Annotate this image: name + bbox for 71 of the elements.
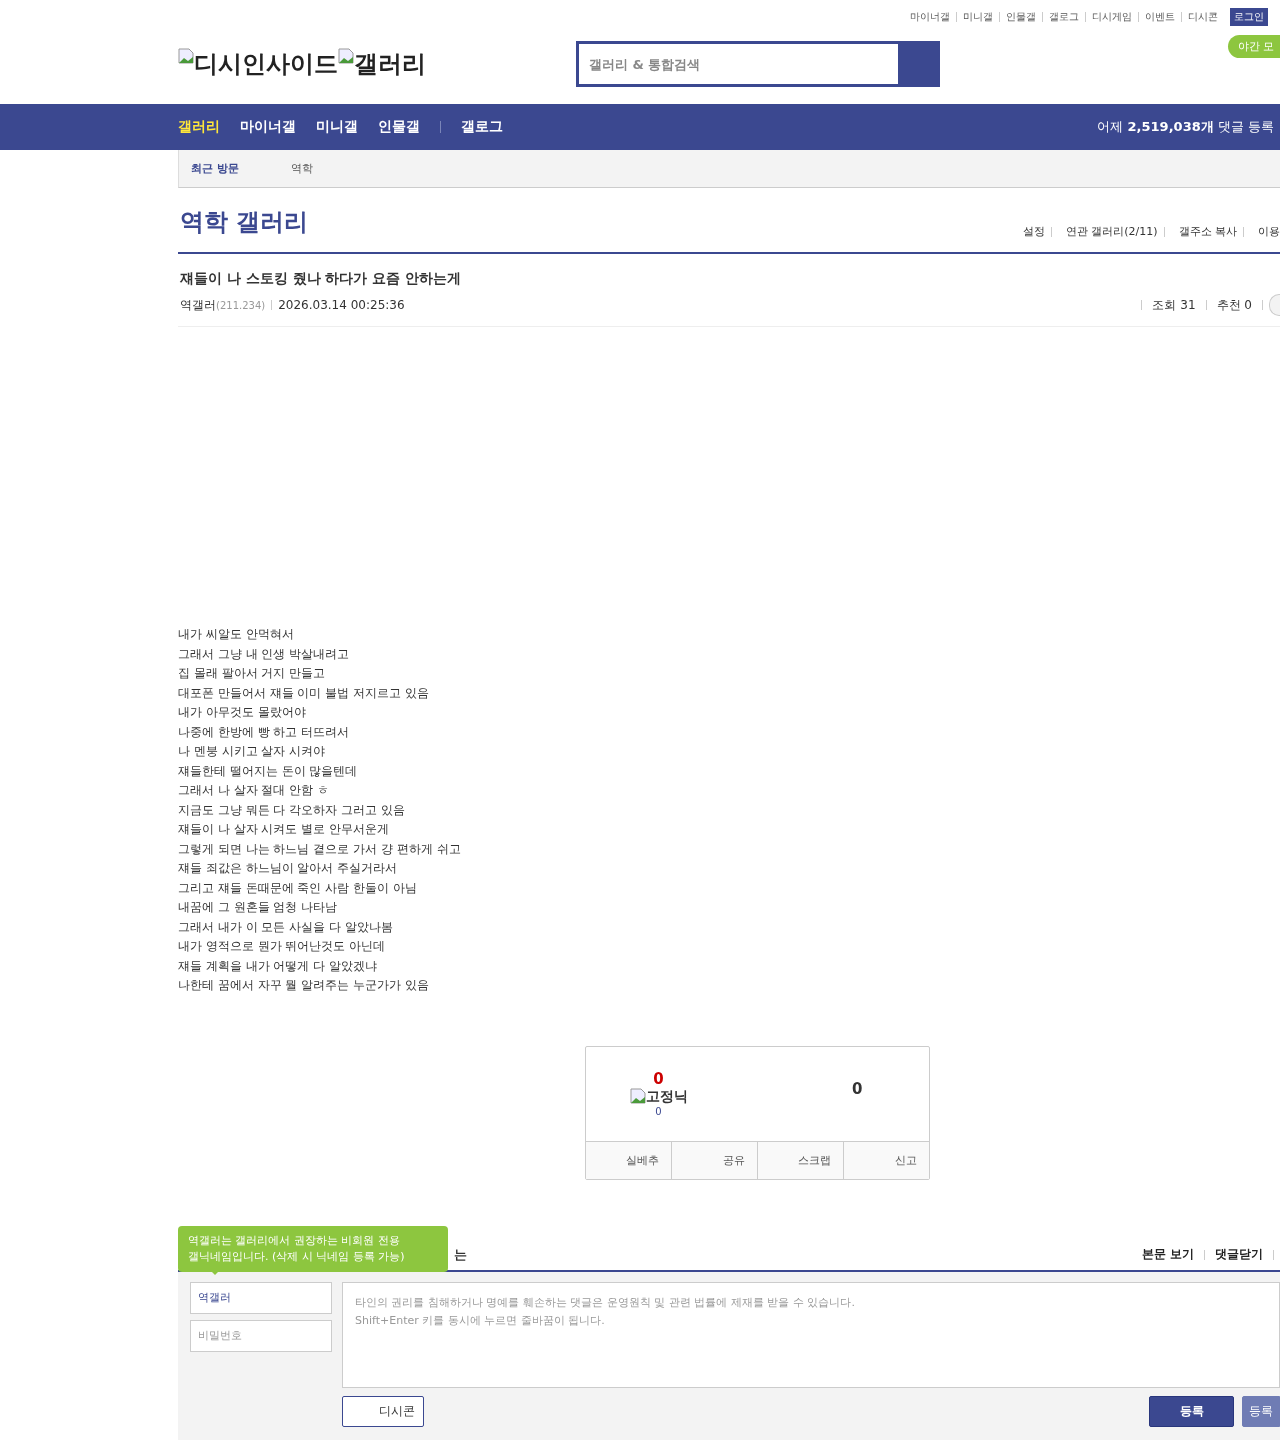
logo-text[interactable]: 디시인사이드	[178, 48, 338, 80]
dccon-button[interactable]: 디시콘	[342, 1395, 424, 1427]
nav-tab[interactable]: 인물갤	[378, 118, 420, 136]
vote-action-button[interactable]: 스크랩	[758, 1141, 844, 1179]
post-text-line: 그래서 나 살자 절대 안함 ㅎ	[178, 782, 331, 799]
submit-button[interactable]: 등록	[1149, 1395, 1234, 1427]
gallery-link[interactable]: 연관 갤러리(2/11)	[1065, 224, 1158, 239]
post-text-line: 그래서 내가 이 모든 사실을 다 알았나봄	[178, 918, 394, 936]
nav-tab[interactable]: 갤러리	[178, 118, 220, 136]
post-text-line: 쟤들한테 떨어지는 돈이 많을텐데	[178, 762, 359, 780]
gallery-link[interactable]: 갤주소 복사	[1178, 224, 1237, 239]
post-text-line: 집 몰래 팔아서 거지 만들고	[178, 665, 327, 682]
post-title: 쟤들이 나 스토킹 줬나 하다가 요즘 안하는게	[180, 270, 463, 288]
top-link[interactable]: 갤로그	[1049, 10, 1079, 24]
post-date: 2026.03.14 00:25:36	[278, 298, 405, 312]
vote-action-button[interactable]: 실베추	[586, 1141, 672, 1179]
vote-action-button[interactable]: 공유	[672, 1141, 758, 1179]
post-text-line: 대포폰 만들어서 쟤들 이미 불법 저지르고 있음	[178, 684, 430, 702]
top-link[interactable]: 인물갤	[1006, 10, 1036, 24]
gallery-link[interactable]: 설정	[1022, 224, 1045, 239]
comment-link[interactable]: 댓글닫기	[1215, 1246, 1263, 1263]
vote-action-button[interactable]: 신고	[844, 1141, 929, 1179]
fixed-nick-label: 고정닉	[629, 1088, 688, 1106]
top-link[interactable]: 디시콘	[1188, 10, 1218, 24]
broken-image-icon	[338, 48, 354, 64]
post-text-line: 쟤들이 나 살자 시켜도 별로 안무서운게	[178, 821, 391, 838]
post-text-line: 나 멘붕 시키고 살자 시켜야	[178, 743, 327, 760]
top-link[interactable]: 마이너갤	[910, 10, 950, 24]
comment-link[interactable]: 본문 보기	[1141, 1246, 1194, 1263]
downvote-count: 0	[852, 1079, 863, 1098]
search-field[interactable]: 갤러리 & 통합검색	[576, 41, 898, 87]
post-text-line: 내가 씨알도 안먹혀서	[178, 626, 295, 643]
top-link[interactable]: 미니갤	[963, 10, 993, 24]
name-field[interactable]: 역갤러	[190, 1281, 332, 1314]
post-text-line: 나한테 꿈에서 자꾸 뭘 알려주는 누군가가 있음	[178, 977, 430, 994]
post-text-line: 그렇게 되면 나는 하느님 곁으로 가서 걍 편하게 쉬고	[178, 840, 462, 858]
post-text-line: 나중에 한방에 빵 하고 터뜨려서	[178, 723, 351, 741]
logo-text[interactable]: 갤러리	[338, 48, 426, 80]
search-button[interactable]	[898, 41, 940, 87]
comment-stat: 어제 2,519,038개 댓글 등록	[1097, 118, 1274, 136]
broken-image-icon	[629, 1088, 646, 1104]
nav-tab[interactable]: 갤로그	[461, 118, 503, 136]
post-text-line: 그리고 쟤들 돈때문에 죽인 사람 한둘이 아님	[178, 879, 418, 897]
comment-button[interactable]	[1269, 294, 1280, 316]
recent-label: 최근 방문	[191, 161, 240, 176]
view-count: 조회 31	[1152, 296, 1196, 314]
recent-gallery-link[interactable]: 역학	[291, 161, 313, 176]
recommend-count: 추천 0	[1216, 296, 1252, 314]
broken-image-icon	[178, 48, 194, 64]
submit-recommend-button[interactable]: 등록	[1242, 1395, 1280, 1427]
password-field[interactable]: 비밀번호	[190, 1319, 332, 1352]
post-text-line: 내꿈에 그 원혼들 엄청 나타남	[178, 899, 339, 916]
comment-field[interactable]: 타인의 권리를 침해하거나 명예를 훼손하는 댓글은 운영원칙 및 관련 법률에 제재를 받을 수 있습니다. Shift+Enter 키를 동시에 누르면 줄바꿈이 됩니다.	[342, 1281, 1280, 1388]
post-text-line: 내가 영적으로 뭔가 뛰어난것도 아닌데	[178, 938, 387, 955]
author-name[interactable]: 역갤러	[180, 296, 216, 314]
top-link[interactable]: 디시게임	[1092, 10, 1132, 24]
fixed-nick-count: 0	[655, 1106, 662, 1117]
post-text-line: 그래서 그냥 내 인생 박살내려고	[178, 645, 351, 663]
comment-header-text: 는	[454, 1245, 467, 1264]
login-button[interactable]: 로그인	[1230, 8, 1268, 26]
post-text-line: 쟤들 죄값은 하느님이 알아서 주실거라서	[178, 860, 399, 877]
upvote-count: 0	[653, 1070, 664, 1088]
post-text-line: 지금도 그냥 뭐든 다 각오하자 그러고 있음	[178, 801, 406, 819]
gallery-link[interactable]: 이용	[1258, 224, 1280, 239]
author-ip: (211.234)	[216, 299, 266, 311]
gallery-title: 역학 갤러리	[180, 207, 309, 238]
post-text-line: 내가 아무것도 몰랐어야	[178, 704, 307, 721]
nav-tab[interactable]: 미니갤	[316, 118, 358, 136]
post-text-line: 쟤들 계획을 내가 어떻게 다 알았겠냐	[178, 957, 379, 975]
top-link[interactable]: 이벤트	[1145, 10, 1175, 24]
nav-tab[interactable]: 마이너갤	[240, 118, 296, 136]
